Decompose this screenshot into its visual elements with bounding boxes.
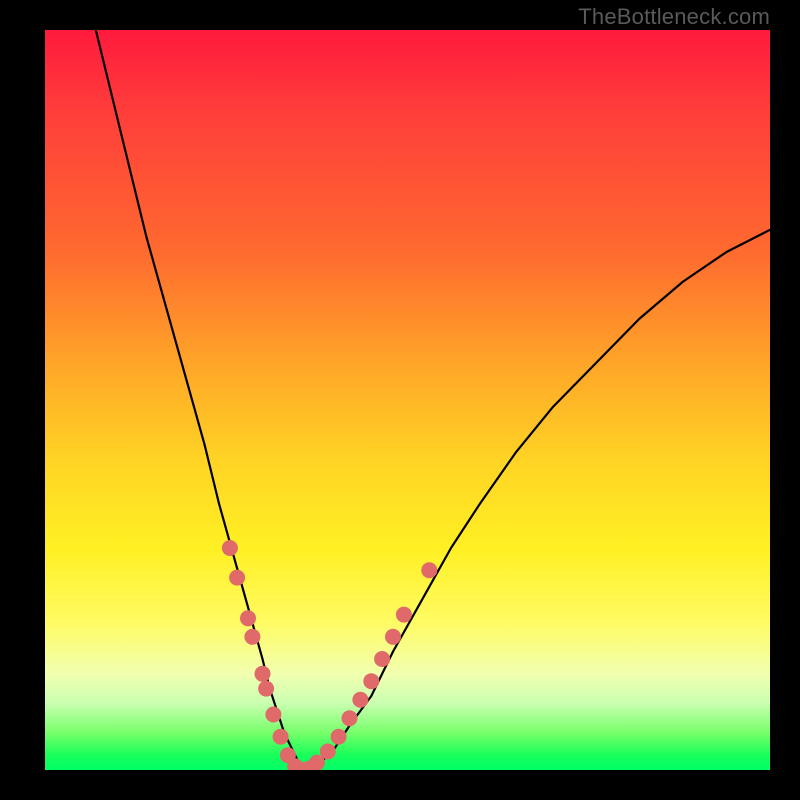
marker-dot (342, 710, 358, 726)
plot-svg (45, 30, 770, 770)
marker-dot (331, 729, 347, 745)
marker-dot (255, 666, 271, 682)
marker-dot (222, 540, 238, 556)
marker-dot (396, 607, 412, 623)
v-curve (96, 30, 770, 770)
marker-dot (244, 629, 260, 645)
marker-dot (352, 692, 368, 708)
chart-frame: TheBottleneck.com (0, 0, 800, 800)
marker-dot (240, 610, 256, 626)
plot-area (45, 30, 770, 770)
marker-dot (258, 681, 274, 697)
marker-dot (385, 629, 401, 645)
marker-dot (363, 673, 379, 689)
marker-dot (421, 562, 437, 578)
data-markers (222, 540, 437, 770)
marker-dot (374, 651, 390, 667)
marker-dot (273, 729, 289, 745)
marker-dot (229, 570, 245, 586)
marker-dot (320, 744, 336, 760)
marker-dot (265, 707, 281, 723)
watermark-text: TheBottleneck.com (578, 4, 770, 30)
